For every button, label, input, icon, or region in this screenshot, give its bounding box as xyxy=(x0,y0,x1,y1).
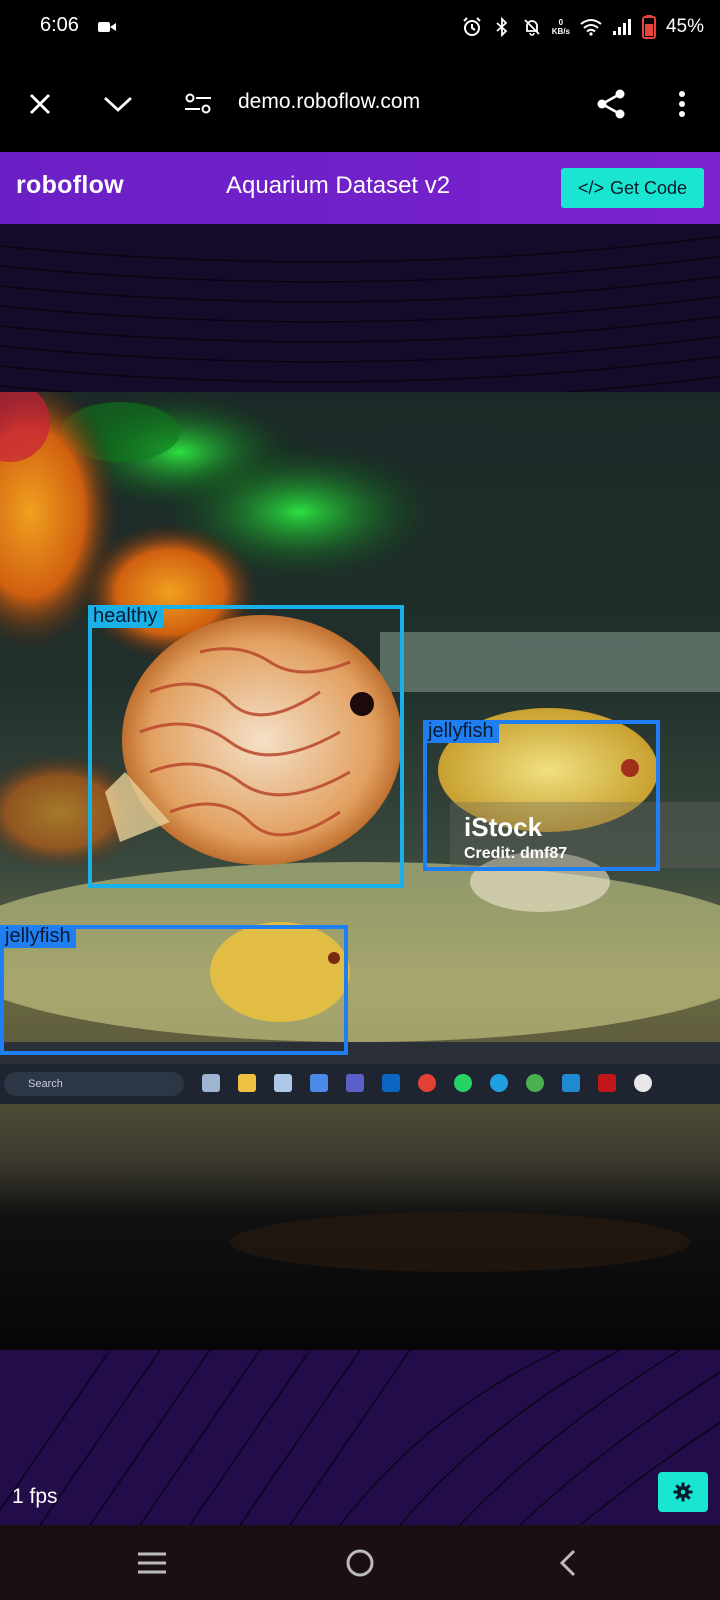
page-title: Aquarium Dataset v2 xyxy=(226,172,451,199)
app-icon xyxy=(202,1074,220,1092)
more-options-button[interactable] xyxy=(662,84,702,124)
chrome-icon xyxy=(526,1074,544,1092)
istock-watermark: iStock Credit: dmf87 xyxy=(464,812,567,863)
signal-icon xyxy=(612,19,631,35)
recent-apps-button[interactable] xyxy=(132,1545,172,1581)
roboflow-logo[interactable]: roboflow xyxy=(16,171,124,200)
system-navigation-bar xyxy=(0,1525,720,1600)
bluetooth-icon xyxy=(496,17,508,37)
site-settings-button[interactable] xyxy=(178,84,218,124)
minimize-button[interactable] xyxy=(98,84,138,124)
get-code-label: Get Code xyxy=(609,177,688,198)
status-icons: 0 KB/s 45% xyxy=(462,12,704,42)
menu-icon xyxy=(138,1552,166,1574)
detection-label: jellyfish xyxy=(0,925,76,948)
linkedin-icon xyxy=(382,1074,400,1092)
mcafee-icon xyxy=(598,1074,616,1092)
settings-button[interactable] xyxy=(658,1472,708,1512)
battery-icon xyxy=(641,15,656,39)
video-camera-icon xyxy=(98,22,116,32)
detection-box-jellyfish: jellyfish xyxy=(0,925,348,1055)
whatsapp-icon xyxy=(454,1074,472,1092)
captured-taskbar: Search xyxy=(0,1064,720,1104)
battery-percent: 45% xyxy=(665,16,704,37)
page-header: roboflow Aquarium Dataset v2 </> Get Cod… xyxy=(0,152,720,224)
network-speed-value: 0 xyxy=(558,18,564,27)
background-pattern-bottom: 1 fps xyxy=(0,1350,720,1525)
mute-bell-icon xyxy=(524,19,540,36)
close-tab-button[interactable] xyxy=(20,84,60,124)
home-circle-icon xyxy=(346,1549,374,1577)
code-icon: </> xyxy=(577,177,604,198)
share-button[interactable] xyxy=(591,84,631,124)
watermark-credit: Credit: dmf87 xyxy=(464,845,568,862)
detection-label: jellyfish xyxy=(423,720,499,743)
back-button[interactable] xyxy=(548,1545,588,1581)
taskbar-search: Search xyxy=(4,1072,184,1096)
close-icon xyxy=(30,94,50,114)
background-pattern-top xyxy=(0,224,720,392)
taskbar-search-text: Search xyxy=(28,1078,63,1090)
chrome-icon xyxy=(418,1074,436,1092)
edge-icon xyxy=(490,1074,508,1092)
watermark-brand: iStock xyxy=(464,812,543,842)
network-speed: 0 KB/s xyxy=(552,18,570,36)
tune-icon xyxy=(185,93,211,114)
camera-feed: healthy jellyfish jellyfish iStock Credi… xyxy=(0,392,720,1350)
get-code-button[interactable]: </> Get Code xyxy=(561,168,704,208)
fps-counter: 1 fps xyxy=(12,1485,58,1508)
folder-icon xyxy=(238,1074,256,1092)
vscode-icon xyxy=(562,1074,580,1092)
share-icon xyxy=(597,89,625,119)
gear-icon xyxy=(673,1482,693,1502)
teams-icon xyxy=(346,1074,364,1092)
wifi-icon xyxy=(580,19,602,36)
detection-box-healthy: healthy xyxy=(88,605,404,888)
network-speed-unit: KB/s xyxy=(551,27,570,36)
more-vert-icon xyxy=(679,91,685,117)
github-icon xyxy=(634,1074,652,1092)
status-bar: 6:06 0 KB/s 45% xyxy=(0,0,720,56)
status-time: 6:06 xyxy=(40,14,79,36)
url-text[interactable]: demo.roboflow.com xyxy=(238,90,420,114)
app-icon xyxy=(310,1074,328,1092)
back-chevron-icon xyxy=(559,1549,576,1577)
alarm-icon xyxy=(463,17,481,36)
chevron-down-icon xyxy=(104,96,132,112)
home-button[interactable] xyxy=(340,1545,380,1581)
browser-toolbar: demo.roboflow.com xyxy=(0,56,720,152)
detection-label: healthy xyxy=(88,605,163,628)
app-icon xyxy=(274,1074,292,1092)
